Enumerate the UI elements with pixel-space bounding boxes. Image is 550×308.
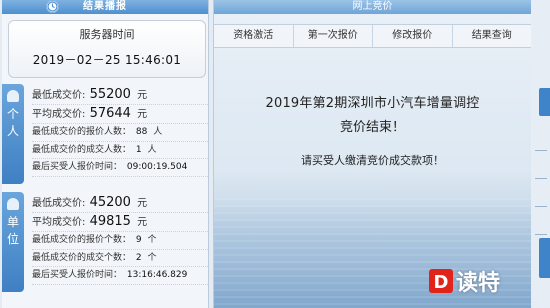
- tab-company-label-2: 位: [6, 232, 19, 246]
- payment-notice-message: 请买受人缴清竞价成交款项！: [301, 154, 444, 167]
- personal-deal-count: 最低成交价的成交人数： 1 人: [32, 142, 208, 159]
- tab-company-label-1: 单: [6, 215, 19, 229]
- result-broadcast-title: 结果播报: [83, 1, 127, 12]
- personal-lowest-price: 最低成交价: 55200 元: [32, 86, 208, 105]
- personal-bid-count-label: 最低成交价的报价人数：: [32, 127, 132, 137]
- tab-result-query[interactable]: 结果查询: [453, 25, 532, 47]
- company-lowest-price: 最低成交价: 45200 元: [32, 194, 208, 213]
- company-lowest-price-value: 45200: [89, 195, 131, 210]
- personal-avg-price-unit: 元: [137, 109, 148, 120]
- svg-text:D: D: [434, 272, 449, 293]
- personal-avg-price: 平均成交价: 57644 元: [32, 105, 208, 124]
- result-broadcast-panel: 结果播报 服务器时间 2019－02－25 15:46:01 个 人 最低成交价…: [2, 0, 209, 308]
- dute-logo-text: 读特: [456, 271, 501, 296]
- personal-lowest-price-value: 55200: [89, 87, 131, 102]
- strip-divider: [535, 178, 547, 179]
- company-lowest-price-label: 最低成交价:: [32, 198, 86, 209]
- person-icon: [7, 90, 19, 102]
- company-last-bid-time-label: 最后买受人报价时间：: [32, 270, 123, 280]
- company-deal-count-value: 2: [135, 252, 142, 263]
- tab-modify-bid[interactable]: 修改报价: [373, 25, 453, 47]
- server-time-box: 服务器时间 2019－02－25 15:46:01: [8, 20, 206, 78]
- personal-deal-count-label: 最低成交价的成交人数：: [32, 144, 132, 155]
- tab-personal[interactable]: 个 人: [2, 84, 24, 184]
- tab-personal-label-1: 个: [6, 107, 19, 121]
- personal-lowest-price-label: 最低成交价:: [32, 90, 86, 101]
- clock-icon: [46, 0, 59, 13]
- tab-qualification-activation[interactable]: 资格激活: [214, 25, 294, 47]
- company-lowest-price-unit: 元: [137, 198, 148, 209]
- personal-bid-count-value: 88: [135, 127, 148, 137]
- personal-lowest-price-unit: 元: [137, 90, 148, 101]
- company-avg-price-unit: 元: [137, 217, 148, 228]
- company-bid-count: 最低成交价的报价个数： 9 个: [32, 232, 208, 250]
- result-broadcast-header: 结果播报: [2, 0, 208, 14]
- tab-first-bid[interactable]: 第一次报价: [294, 25, 373, 47]
- auction-ended-message: 竞价结束！: [339, 120, 405, 135]
- company-last-bid-time: 最后买受人报价时间： 13:16:46.829: [32, 267, 208, 285]
- strip-divider: [535, 206, 547, 207]
- personal-stats: 最低成交价: 55200 元 平均成交价: 57644 元 最低成交价的报价人数…: [32, 86, 208, 177]
- company-bid-count-value: 9: [135, 235, 142, 245]
- server-time-value: 2019－02－25 15:46:01: [32, 53, 182, 67]
- strip-tab-bottom[interactable]: [539, 238, 550, 278]
- auction-title-message: 2019年第2期深圳市小汽车增量调控: [265, 96, 480, 111]
- building-icon: [7, 198, 19, 210]
- bidding-tabs: 资格激活 第一次报价 修改报价 结果查询: [214, 24, 531, 48]
- company-deal-count-label: 最低成交价的成交个数：: [32, 252, 132, 263]
- personal-deal-count-value: 1: [135, 144, 142, 155]
- company-avg-price-label: 平均成交价:: [32, 217, 86, 228]
- company-avg-price-value: 49815: [89, 214, 131, 229]
- personal-avg-price-label: 平均成交价:: [32, 109, 86, 120]
- personal-avg-price-value: 57644: [89, 106, 131, 121]
- strip-divider: [535, 234, 547, 235]
- strip-tab-top[interactable]: [539, 88, 550, 116]
- company-last-bid-time-value: 13:16:46.829: [126, 270, 188, 280]
- personal-deal-count-unit: 人: [147, 144, 157, 155]
- server-time-title: 服务器时间: [79, 28, 135, 41]
- company-deal-count: 最低成交价的成交个数： 2 个: [32, 250, 208, 267]
- company-bid-count-unit: 个: [147, 235, 157, 245]
- personal-last-bid-time-value: 09:00:19.504: [126, 162, 188, 172]
- dute-watermark: D 读特: [428, 266, 500, 296]
- strip-divider: [535, 150, 547, 151]
- online-bidding-header: 网上竞价: [214, 0, 531, 14]
- dute-logo-icon: D: [429, 269, 453, 293]
- company-stats: 最低成交价: 45200 元 平均成交价: 49815 元 最低成交价的报价个数…: [32, 194, 208, 285]
- personal-bid-count: 最低成交价的报价人数： 88 人: [32, 124, 208, 142]
- tab-personal-label-2: 人: [6, 124, 19, 138]
- company-avg-price: 平均成交价: 49815 元: [32, 213, 208, 232]
- personal-last-bid-time-label: 最后买受人报价时间：: [32, 162, 123, 172]
- company-bid-count-label: 最低成交价的报价个数：: [32, 235, 132, 245]
- online-bidding-panel: 网上竞价 资格激活 第一次报价 修改报价 结果查询 2019年第2期深圳市小汽车…: [213, 0, 532, 308]
- personal-last-bid-time: 最后买受人报价时间： 09:00:19.504: [32, 159, 208, 177]
- company-deal-count-unit: 个: [147, 252, 157, 263]
- right-edge-strip: [531, 0, 550, 308]
- tab-company[interactable]: 单 位: [2, 192, 24, 292]
- personal-bid-count-unit: 人: [153, 127, 163, 137]
